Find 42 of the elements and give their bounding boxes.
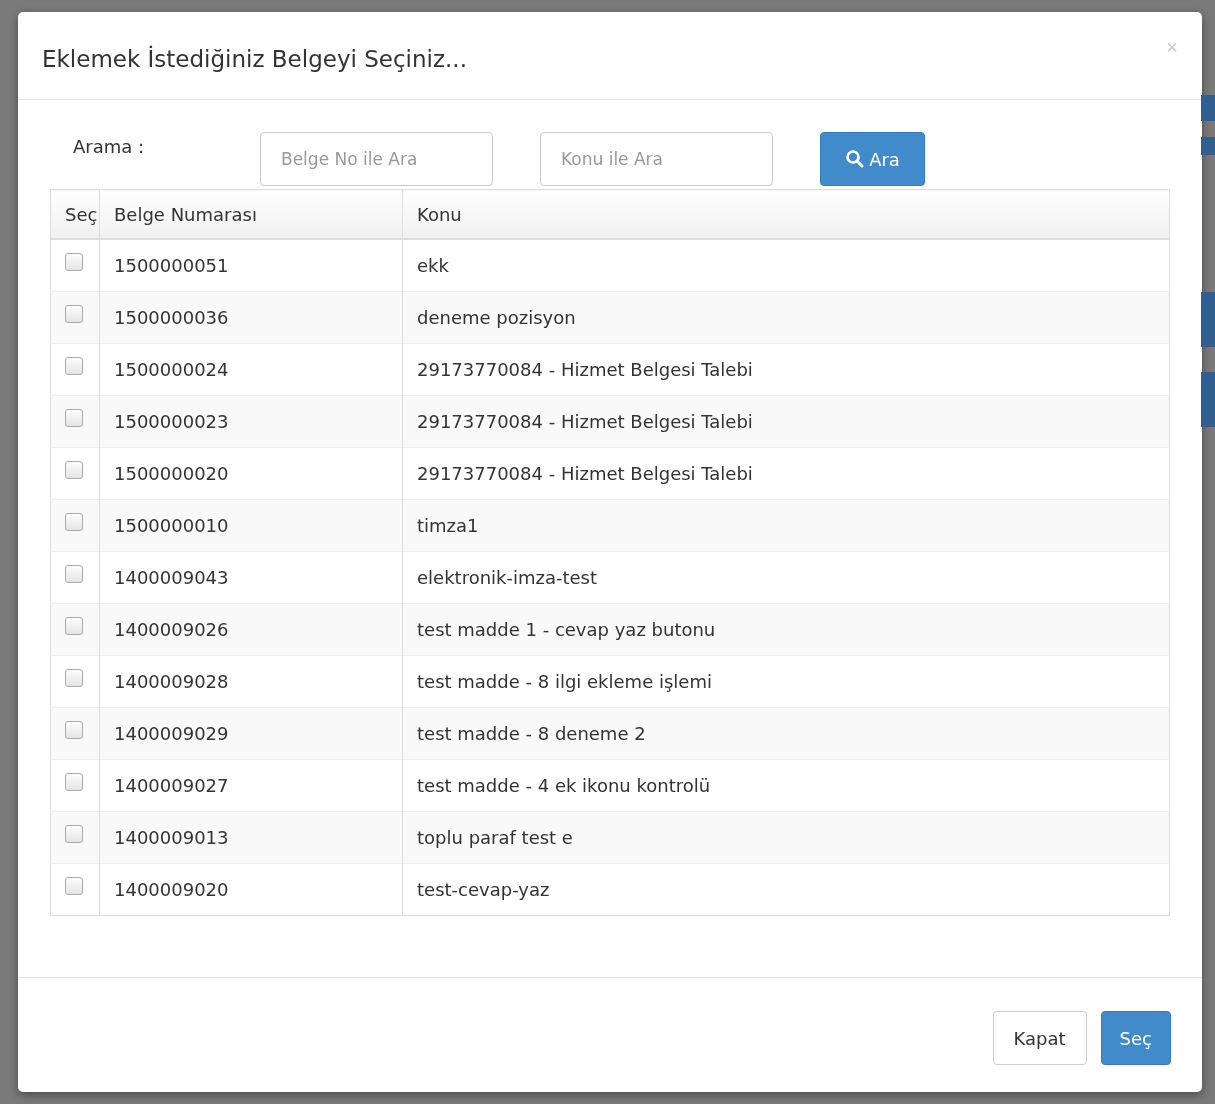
background-bar	[1201, 372, 1215, 427]
checkbox[interactable]	[65, 669, 83, 687]
table-cell: 1400009013	[99, 811, 403, 864]
table-cell: 1400009026	[99, 603, 403, 656]
column-header: Seç	[50, 189, 100, 239]
select-button[interactable]: Seç	[1100, 1011, 1171, 1065]
background-bar	[1201, 137, 1215, 155]
table-cell: 1500000023	[99, 395, 403, 448]
table-cell: test-cevap-yaz	[402, 863, 1170, 916]
search-field[interactable]: Belge No ile Ara	[260, 132, 493, 186]
checkbox[interactable]	[65, 253, 83, 271]
checkbox[interactable]	[65, 357, 83, 375]
checkbox[interactable]	[65, 773, 83, 791]
checkbox[interactable]	[65, 617, 83, 635]
close-button[interactable]: Kapat	[992, 1011, 1087, 1065]
table-cell: test madde 1 - cevap yaz butonu	[402, 603, 1170, 656]
checkbox[interactable]	[65, 721, 83, 739]
table-cell: 29173770084 - Hizmet Belgesi Talebi	[402, 395, 1170, 448]
checkbox[interactable]	[65, 877, 83, 895]
dialog-title: Eklemek İstediğiniz Belgeyi Seçiniz...	[42, 44, 467, 72]
checkbox[interactable]	[65, 461, 83, 479]
table-cell: 1500000036	[99, 291, 403, 344]
column-header: Belge Numarası	[99, 189, 403, 239]
checkbox[interactable]	[65, 513, 83, 531]
checkbox[interactable]	[65, 305, 83, 323]
search-label: Arama :	[73, 136, 146, 157]
checkbox[interactable]	[65, 825, 83, 843]
search-button[interactable]: Ara	[820, 132, 925, 186]
background-bar	[1201, 95, 1215, 121]
table-cell: 1500000010	[99, 499, 403, 552]
table-cell: deneme pozisyon	[402, 291, 1170, 344]
table-cell: 1400009029	[99, 707, 403, 760]
table-cell: 1400009020	[99, 863, 403, 916]
search-field[interactable]: Konu ile Ara	[540, 132, 773, 186]
checkbox[interactable]	[65, 409, 83, 427]
table-cell: test madde - 8 deneme 2	[402, 707, 1170, 760]
column-header: Konu	[402, 189, 1170, 239]
checkbox[interactable]	[65, 565, 83, 583]
table-cell: timza1	[402, 499, 1170, 552]
table-cell: toplu paraf test e	[402, 811, 1170, 864]
background-bar	[1201, 292, 1215, 347]
search-icon	[845, 149, 866, 169]
